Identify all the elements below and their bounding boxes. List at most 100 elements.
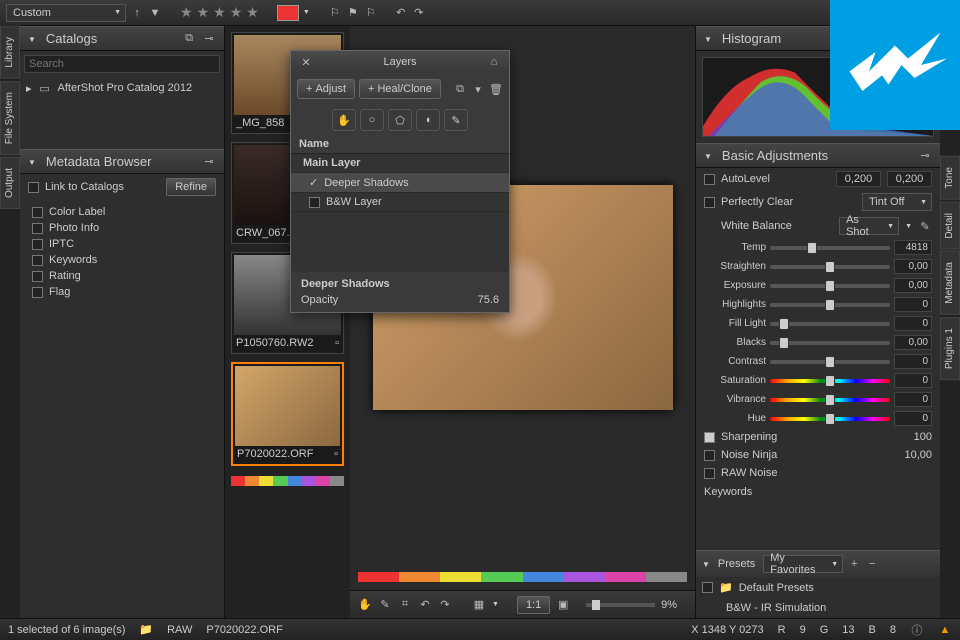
thumbnail[interactable]: P7020022.ORF▫ [231, 362, 344, 466]
remove-preset-icon[interactable]: − [865, 557, 879, 571]
pin-icon[interactable]: ⊸ [918, 149, 932, 163]
copy-icon[interactable]: ⧉ [453, 82, 467, 96]
color-swatch-red[interactable] [277, 5, 299, 21]
adj-value[interactable]: 0,00 [894, 335, 932, 350]
warning-icon[interactable]: ▲ [938, 623, 952, 637]
info-icon[interactable]: ⓘ [910, 623, 924, 637]
adjust-button[interactable]: +Adjust [297, 79, 355, 99]
sharpening-checkbox[interactable]: ✓ [704, 432, 715, 443]
meta-item[interactable]: Photo Info [20, 220, 224, 236]
metadata-header[interactable]: Metadata Browser ⊸ [20, 149, 224, 174]
curve-tool-icon[interactable]: ◖ [416, 109, 440, 131]
circle-tool-icon[interactable]: ○ [360, 109, 384, 131]
custom-dropdown[interactable]: Custom [6, 4, 126, 22]
add-preset-icon[interactable]: + [847, 557, 861, 571]
pan-icon[interactable]: ✋ [358, 598, 372, 612]
slider[interactable] [770, 417, 890, 421]
meta-item[interactable]: Color Label [20, 204, 224, 220]
adj-value[interactable]: 0,00 [894, 278, 932, 293]
slider[interactable] [770, 398, 890, 402]
tab-detail[interactable]: Detail [940, 202, 960, 250]
slider[interactable] [770, 341, 890, 345]
brush-tool-icon[interactable]: ✎ [444, 109, 468, 131]
catalogs-header[interactable]: Catalogs ⧉ ⊸ [20, 26, 224, 51]
wb-dropdown[interactable]: As Shot [839, 217, 899, 235]
adj-value[interactable]: 0 [894, 316, 932, 331]
presets-header[interactable]: Presets My Favorites + − [696, 550, 940, 577]
search-input[interactable] [24, 55, 220, 73]
rotate-left-icon[interactable]: ↶ [394, 6, 408, 20]
default-presets-folder[interactable]: 📁Default Presets [696, 577, 940, 598]
pin-icon[interactable]: ⊸ [202, 155, 216, 169]
meta-item[interactable]: Flag [20, 284, 224, 300]
perfectly-clear-checkbox[interactable] [704, 197, 715, 208]
basic-adj-header[interactable]: Basic Adjustments ⊸ [696, 143, 940, 168]
crop-icon[interactable]: ⌗ [398, 598, 412, 612]
trash-icon[interactable]: 🗑 [489, 82, 503, 96]
home-icon[interactable]: ⌂ [487, 55, 501, 69]
flag-fill-icon[interactable]: ⚑ [346, 6, 360, 20]
slider[interactable] [770, 360, 890, 364]
link-catalogs-checkbox[interactable] [28, 182, 39, 193]
autolevel-value-2[interactable]: 0,200 [887, 171, 932, 187]
zoom-1to1-button[interactable]: 1:1 [517, 596, 550, 614]
tint-dropdown[interactable]: Tint Off [862, 193, 932, 211]
preset-item[interactable]: B&W - IR Simulation [696, 598, 940, 618]
tab-tone[interactable]: Tone [940, 156, 960, 200]
refine-button[interactable]: Refine [166, 178, 216, 196]
down-icon[interactable]: ▾ [471, 82, 485, 96]
star-icon[interactable]: ★ [180, 4, 193, 21]
polygon-tool-icon[interactable]: ⬠ [388, 109, 412, 131]
star-icon[interactable]: ★ [246, 4, 259, 21]
layer-deeper-shadows[interactable]: ✓Deeper Shadows [291, 173, 509, 193]
adj-value[interactable]: 0 [894, 297, 932, 312]
rotate-right-icon[interactable]: ↷ [438, 598, 452, 612]
meta-item[interactable]: Rating [20, 268, 224, 284]
heal-clone-button[interactable]: +Heal/Clone [359, 79, 441, 99]
grid-icon[interactable]: ▦ [472, 598, 486, 612]
eyedropper-icon[interactable]: ✎ [918, 219, 932, 233]
fit-icon[interactable]: ▣ [556, 598, 570, 612]
meta-item[interactable]: Keywords [20, 252, 224, 268]
slider[interactable] [770, 265, 890, 269]
copy-icon[interactable]: ⧉ [182, 32, 196, 46]
autolevel-value-1[interactable]: 0,200 [836, 171, 881, 187]
adj-value[interactable]: 0 [894, 392, 932, 407]
up-arrow-icon[interactable]: ↑ [130, 6, 144, 20]
color-label-strip[interactable] [358, 572, 687, 586]
tab-library[interactable]: Library [0, 26, 20, 79]
layer-bw[interactable]: B&W Layer [291, 193, 509, 212]
noise-checkbox[interactable] [704, 450, 715, 461]
star-icon[interactable]: ★ [230, 4, 243, 21]
raw-noise-checkbox[interactable] [704, 468, 715, 479]
tab-metadata[interactable]: Metadata [940, 251, 960, 315]
slider[interactable] [770, 379, 890, 383]
adj-value[interactable]: 4818 [894, 240, 932, 255]
tab-filesystem[interactable]: File System [0, 81, 20, 155]
tab-output[interactable]: Output [0, 157, 20, 209]
layers-panel[interactable]: ✕ Layers ⌂ +Adjust +Heal/Clone ⧉ ▾ 🗑 ✋ ○… [290, 50, 510, 313]
adj-value[interactable]: 0 [894, 373, 932, 388]
rotate-left-icon[interactable]: ↶ [418, 598, 432, 612]
slider[interactable] [770, 322, 890, 326]
adj-value[interactable]: 0 [894, 411, 932, 426]
star-icon[interactable]: ★ [197, 4, 210, 21]
adj-value[interactable]: 0,00 [894, 259, 932, 274]
slider[interactable] [770, 284, 890, 288]
rotate-right-icon[interactable]: ↷ [412, 6, 426, 20]
layer-main[interactable]: Main Layer [291, 154, 509, 173]
filter-icon[interactable]: ▼ [148, 6, 162, 20]
autolevel-checkbox[interactable] [704, 174, 715, 185]
close-icon[interactable]: ✕ [299, 55, 313, 69]
flag-icon[interactable]: ⚐ [328, 6, 342, 20]
meta-item[interactable]: IPTC [20, 236, 224, 252]
star-icon[interactable]: ★ [213, 4, 226, 21]
hand-tool-icon[interactable]: ✋ [332, 109, 356, 131]
flag-cancel-icon[interactable]: ⚐ [364, 6, 378, 20]
adj-value[interactable]: 0 [894, 354, 932, 369]
eyedropper-icon[interactable]: ✎ [378, 598, 392, 612]
presets-dropdown[interactable]: My Favorites [763, 555, 843, 573]
slider[interactable] [770, 303, 890, 307]
pin-icon[interactable]: ⊸ [202, 32, 216, 46]
catalog-item[interactable]: ▸▭ AfterShot Pro Catalog 2012 [20, 77, 224, 99]
